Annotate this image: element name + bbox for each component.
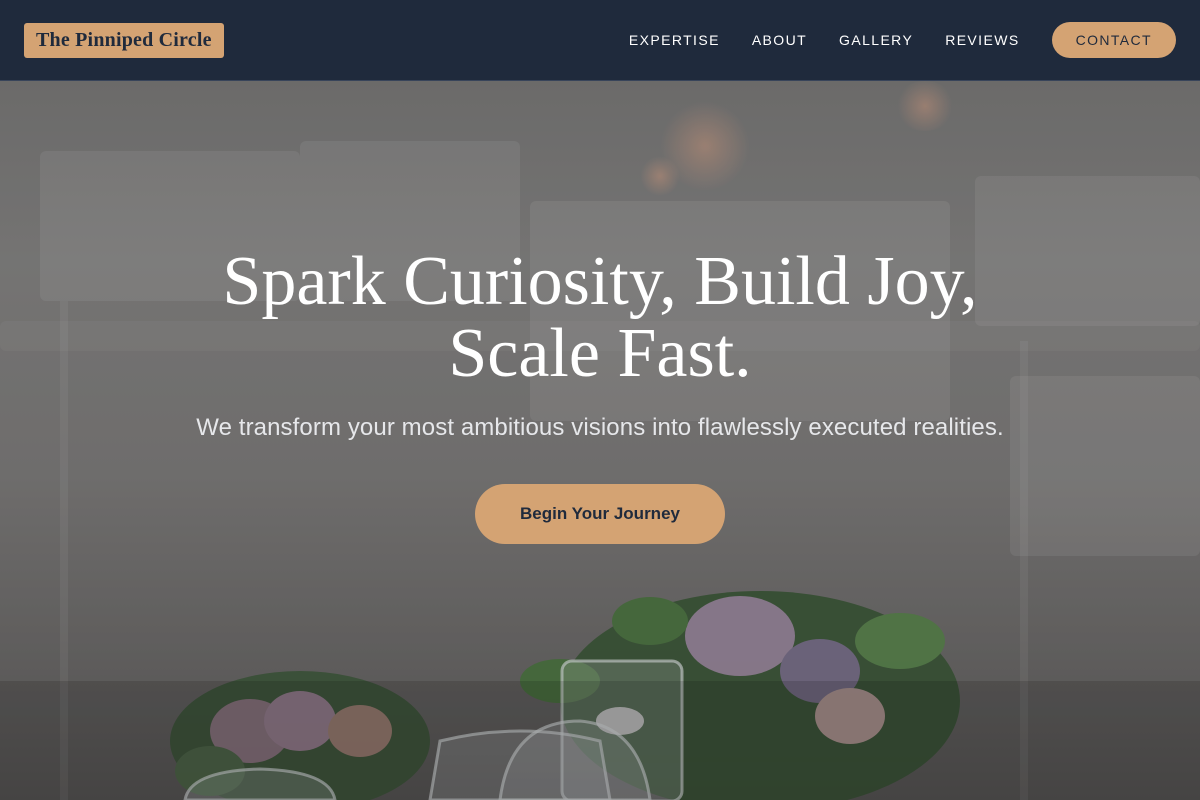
nav-link-expertise[interactable]: EXPERTISE <box>629 32 720 48</box>
hero-title: Spark Curiosity, Build Joy, Scale Fast. <box>222 243 978 392</box>
hero-section: Spark Curiosity, Build Joy, Scale Fast. … <box>0 81 1200 800</box>
site-logo[interactable]: The Pinniped Circle <box>24 22 224 58</box>
nav-link-gallery[interactable]: GALLERY <box>839 32 913 48</box>
nav-link-about[interactable]: ABOUT <box>752 32 807 48</box>
begin-journey-button[interactable]: Begin Your Journey <box>475 484 725 544</box>
navbar: The Pinniped Circle EXPERTISE ABOUT GALL… <box>0 0 1200 81</box>
nav-link-reviews[interactable]: REVIEWS <box>945 32 1019 48</box>
nav-links: EXPERTISE ABOUT GALLERY REVIEWS CONTACT <box>629 22 1176 58</box>
contact-button[interactable]: CONTACT <box>1051 22 1176 58</box>
hero-subtitle: We transform your most ambitious visions… <box>196 414 1004 441</box>
hero-content: Spark Curiosity, Build Joy, Scale Fast. … <box>0 246 1200 544</box>
